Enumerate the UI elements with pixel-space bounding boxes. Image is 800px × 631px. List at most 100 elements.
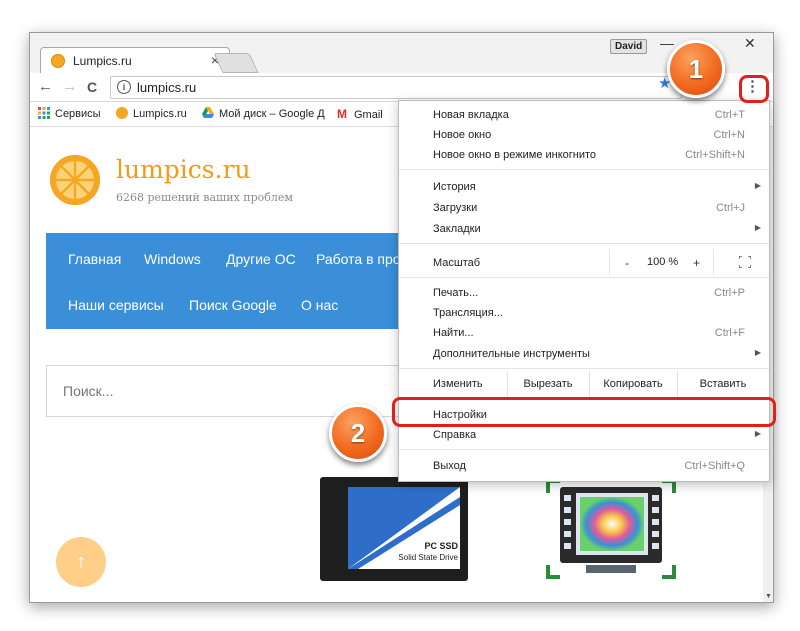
menu-shortcut: Ctrl+T [714, 109, 745, 121]
menu-button-highlight [739, 75, 769, 103]
toolbar: ← → C i lumpics.ru ★ ⋮ [30, 73, 773, 102]
step-1-badge: 1 [667, 40, 725, 98]
gmail-icon: M [337, 107, 347, 121]
info-icon[interactable]: i [117, 80, 131, 94]
apps-grid-icon [38, 107, 50, 119]
back-icon[interactable]: ← [38, 78, 53, 95]
menu-label: Дополнительные инструменты [433, 348, 590, 360]
submenu-arrow-icon: ▶ [754, 348, 761, 357]
menu-label: История [433, 181, 476, 193]
nav-home[interactable]: Главная [68, 251, 121, 267]
google-drive-icon [202, 107, 214, 118]
bookmark-gmail[interactable]: M Gmail [337, 107, 383, 121]
menu-more-tools[interactable]: Дополнительные инструменты ▶ [399, 344, 769, 364]
nav-windows[interactable]: Windows [144, 251, 201, 267]
site-tagline: 6268 решений ваших проблем [116, 191, 293, 204]
tab-title: Lumpics.ru [73, 54, 132, 68]
menu-shortcut: Ctrl+J [715, 202, 745, 214]
site-navbar: Главная Windows Другие ОС Работа в про Н… [46, 233, 426, 329]
bookmark-label: Сервисы [55, 108, 101, 120]
reload-icon[interactable]: C [87, 79, 97, 95]
zoom-out-button[interactable]: - [625, 256, 629, 270]
menu-divider [399, 449, 769, 450]
bookmark-google-drive[interactable]: Мой диск – Google Д [202, 107, 325, 120]
menu-shortcut: Ctrl+P [714, 287, 745, 299]
nav-work[interactable]: Работа в про [316, 251, 401, 267]
minimize-icon[interactable]: — [660, 35, 674, 51]
menu-new-window[interactable]: Новое окно Ctrl+N [399, 125, 769, 145]
menu-help[interactable]: Справка ▶ [399, 425, 769, 445]
submenu-arrow-icon: ▶ [754, 429, 761, 438]
nav-about[interactable]: О нас [301, 297, 338, 313]
bookmark-label: Gmail [354, 109, 383, 121]
menu-print[interactable]: Печать... Ctrl+P [399, 283, 769, 303]
menu-divider [713, 249, 714, 275]
menu-divider [399, 368, 769, 369]
settings-highlight [392, 397, 776, 427]
scroll-down-icon[interactable]: ▼ [765, 593, 772, 600]
menu-shortcut: Ctrl+F [714, 327, 745, 339]
menu-cast[interactable]: Трансляция... [399, 303, 769, 323]
menu-shortcut: Ctrl+Shift+Q [684, 460, 745, 472]
submenu-arrow-icon: ▶ [754, 181, 761, 190]
nav-google-search[interactable]: Поиск Google [189, 297, 277, 313]
ssd-title: PC SSD [424, 541, 458, 551]
menu-label: Новое окно в режиме инкогнито [433, 149, 597, 161]
ssd-image[interactable]: PC SSD Solid State Drive [320, 477, 468, 581]
bookmark-label: Мой диск – Google Д [219, 108, 325, 120]
menu-divider [399, 169, 769, 170]
menu-label: Трансляция... [433, 307, 503, 319]
ssd-subtitle: Solid State Drive [398, 553, 458, 562]
menu-label: Закладки [433, 223, 481, 235]
menu-label: Новое окно [433, 129, 492, 141]
menu-label: Загрузки [433, 202, 478, 214]
cut-button[interactable]: Вырезать [507, 371, 589, 397]
video-editor-image[interactable] [546, 479, 676, 579]
step-2-badge: 2 [329, 404, 387, 462]
scroll-up-button[interactable]: ↑ [56, 537, 106, 587]
zoom-value: 100 % [647, 256, 679, 268]
paste-button[interactable]: Вставить [677, 371, 769, 397]
menu-bookmarks[interactable]: Закладки ▶ [399, 219, 769, 239]
menu-new-tab[interactable]: Новая вкладка Ctrl+T [399, 105, 769, 125]
menu-find[interactable]: Найти... Ctrl+F [399, 323, 769, 343]
menu-divider [399, 277, 769, 278]
zoom-in-button[interactable]: + [693, 256, 700, 270]
tab-lumpics[interactable]: Lumpics.ru × [40, 47, 230, 74]
address-bar[interactable]: i lumpics.ru [110, 76, 682, 99]
fullscreen-icon[interactable] [739, 256, 751, 268]
search-input[interactable] [61, 382, 365, 400]
title-bar: Lumpics.ru × David — ✕ [30, 33, 773, 74]
submenu-arrow-icon: ▶ [754, 223, 761, 232]
lumpics-favicon [116, 107, 128, 119]
menu-divider [399, 243, 769, 244]
bookmark-apps[interactable]: Сервисы [38, 107, 101, 120]
menu-shortcut: Ctrl+Shift+N [685, 149, 745, 161]
menu-divider [609, 249, 610, 275]
menu-label: Выход [433, 460, 466, 472]
site-title[interactable]: lumpics.ru [116, 155, 251, 184]
site-logo-orange[interactable] [50, 155, 100, 205]
profile-name[interactable]: David [610, 39, 648, 54]
nav-other-os[interactable]: Другие ОС [226, 251, 296, 267]
menu-edit: Изменить Вырезать Копировать Вставить [399, 371, 769, 397]
menu-history[interactable]: История ▶ [399, 177, 769, 197]
copy-button[interactable]: Копировать [589, 371, 677, 397]
menu-label: Изменить [433, 378, 483, 390]
url-text[interactable]: lumpics.ru [137, 80, 196, 95]
menu-label: Найти... [433, 327, 474, 339]
menu-downloads[interactable]: Загрузки Ctrl+J [399, 198, 769, 218]
forward-icon[interactable]: → [62, 78, 77, 95]
nav-services[interactable]: Наши сервисы [68, 297, 164, 313]
lumpics-favicon [51, 54, 65, 68]
window-close-icon[interactable]: ✕ [744, 35, 756, 52]
menu-shortcut: Ctrl+N [713, 129, 745, 141]
menu-label: Новая вкладка [433, 109, 509, 121]
bookmark-label: Lumpics.ru [133, 108, 187, 120]
orange-slice-icon [50, 155, 100, 205]
menu-zoom: Масштаб - 100 % + [399, 249, 769, 275]
menu-incognito[interactable]: Новое окно в режиме инкогнито Ctrl+Shift… [399, 145, 769, 165]
menu-exit[interactable]: Выход Ctrl+Shift+Q [399, 456, 769, 476]
menu-label: Масштаб [433, 257, 481, 269]
bookmark-lumpics[interactable]: Lumpics.ru [116, 107, 187, 120]
